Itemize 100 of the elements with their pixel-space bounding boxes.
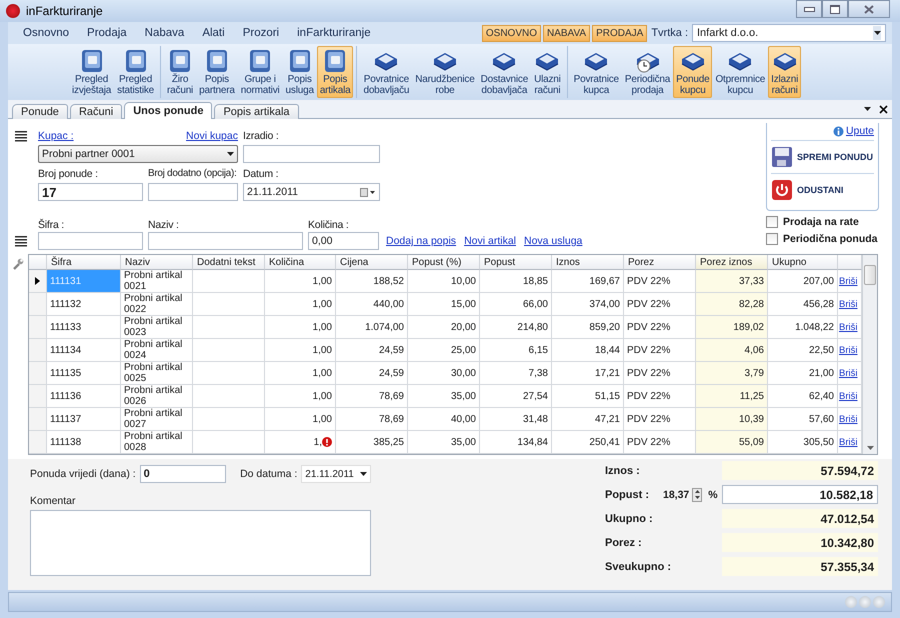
text-field[interactable] bbox=[148, 232, 303, 250]
mode-button[interactable]: NABAVA bbox=[543, 24, 590, 42]
toolbar-button[interactable]: Otpremnice kupcu bbox=[712, 46, 768, 98]
calendar-icon[interactable] bbox=[360, 188, 376, 196]
column-header[interactable]: Ukupno bbox=[768, 255, 838, 270]
table-cell[interactable]: 111132 bbox=[47, 293, 121, 316]
delete-link[interactable]: Briši bbox=[839, 368, 858, 378]
customer-link[interactable]: Kupac : bbox=[38, 130, 74, 142]
maximize-button[interactable] bbox=[822, 0, 848, 18]
list-icon[interactable] bbox=[14, 236, 26, 246]
close-button[interactable] bbox=[848, 0, 890, 18]
table-cell[interactable]: 111134 bbox=[47, 339, 121, 362]
scroll-thumb[interactable] bbox=[864, 265, 876, 285]
action-button[interactable]: SPREMI PONUDU bbox=[771, 141, 874, 174]
tab[interactable]: Unos ponude bbox=[124, 102, 212, 119]
link[interactable]: Novi artikal bbox=[464, 235, 516, 247]
toolbar-button[interactable]: Ulazni računi bbox=[531, 46, 564, 98]
menu-item[interactable]: Nabava bbox=[136, 27, 194, 39]
table-cell: 62,40 bbox=[768, 385, 838, 408]
toolbar-button[interactable]: Dostavnice dobavljača bbox=[478, 46, 532, 98]
toolbar-button[interactable]: Popis partnera bbox=[196, 46, 238, 98]
table-cell[interactable]: 111136 bbox=[47, 385, 121, 408]
company-dropdown[interactable]: Infarkt d.o.o. bbox=[692, 24, 886, 42]
menu-item[interactable]: inFarkturiranje bbox=[288, 27, 380, 39]
spinner-icon[interactable] bbox=[692, 488, 702, 502]
table-cell: 1,00 bbox=[265, 339, 336, 362]
table-cell[interactable]: 111135 bbox=[47, 362, 121, 385]
column-header[interactable]: Količina bbox=[265, 255, 336, 270]
column-header[interactable]: Porez bbox=[624, 255, 696, 270]
delete-link[interactable]: Briši bbox=[839, 322, 858, 332]
mode-button[interactable]: OSNOVNO bbox=[482, 24, 541, 42]
menu-item[interactable]: Alati bbox=[193, 27, 234, 39]
date-dropdown[interactable]: 21.11.2011 bbox=[301, 465, 371, 483]
toolbar-button[interactable]: Periodična prodaja bbox=[622, 46, 674, 98]
toolbar-button[interactable]: Popis usluga bbox=[282, 46, 317, 98]
menu-item[interactable]: Prodaja bbox=[78, 27, 136, 39]
column-header[interactable]: Naziv bbox=[121, 255, 193, 270]
menu-item[interactable]: Osnovno bbox=[14, 27, 78, 39]
column-header[interactable]: Šifra bbox=[47, 255, 121, 270]
toolbar-button[interactable]: Povratnice dobavljaču bbox=[360, 46, 412, 98]
scroll-down-icon[interactable] bbox=[866, 446, 874, 450]
table-cell: 214,80 bbox=[480, 316, 552, 339]
delete-link[interactable]: Briši bbox=[839, 436, 858, 448]
new-customer-link[interactable]: Novi kupac bbox=[186, 130, 238, 142]
menu-item[interactable]: Prozori bbox=[234, 27, 288, 39]
toolbar-button[interactable]: Izlazni računi bbox=[768, 46, 802, 98]
customer-dropdown[interactable]: Probni partner 0001 bbox=[38, 145, 238, 163]
list-icon[interactable] bbox=[14, 130, 26, 142]
text-field[interactable] bbox=[148, 183, 238, 201]
link[interactable]: Nova usluga bbox=[524, 235, 582, 247]
delete-link[interactable]: Briši bbox=[839, 390, 858, 402]
column-header[interactable]: Dodatni tekst bbox=[193, 255, 265, 270]
column-header[interactable]: Iznos bbox=[552, 255, 624, 270]
tab[interactable]: Ponude bbox=[12, 104, 68, 119]
text-field[interactable] bbox=[38, 232, 143, 250]
delete-link[interactable]: Briši bbox=[839, 276, 858, 286]
delete-link[interactable]: Briši bbox=[839, 344, 858, 356]
close-icon[interactable] bbox=[879, 104, 888, 114]
mode-button[interactable]: PRODAJA bbox=[592, 24, 648, 42]
table-cell: Probni artikal 0021 bbox=[121, 270, 193, 293]
link[interactable]: Dodaj na popis bbox=[386, 235, 456, 247]
discount-field[interactable]: 10.582,18 bbox=[722, 485, 878, 504]
table-cell[interactable]: 111138 bbox=[47, 431, 121, 454]
action-button[interactable]: ODUSTANI bbox=[771, 174, 874, 206]
tab[interactable]: Računi bbox=[70, 104, 122, 119]
text-field[interactable]: 0 bbox=[140, 465, 226, 483]
table-cell: 188,52 bbox=[336, 270, 408, 293]
toolbar-button[interactable]: Povratnice kupca bbox=[570, 46, 622, 98]
checkbox[interactable] bbox=[766, 233, 778, 245]
row-header[interactable] bbox=[29, 270, 47, 293]
column-header[interactable]: Popust bbox=[480, 255, 552, 270]
table-cell[interactable]: 111133 bbox=[47, 316, 121, 339]
help-link[interactable]: Upute bbox=[846, 125, 874, 137]
discount-percent-field[interactable]: 18,37 bbox=[663, 488, 690, 500]
date-field[interactable]: 21.11.2011 bbox=[243, 183, 380, 201]
toolbar-button[interactable]: Pregled izvještaja bbox=[69, 46, 114, 98]
toolbar-button[interactable]: Ponude kupcu bbox=[673, 46, 712, 98]
delete-link[interactable]: Briši bbox=[839, 414, 858, 424]
text-field[interactable]: 17 bbox=[38, 183, 143, 201]
minimize-button[interactable] bbox=[796, 0, 822, 18]
scrollbar[interactable] bbox=[862, 255, 877, 454]
table-cell: Probni artikal 0027 bbox=[121, 408, 193, 431]
column-header[interactable]: Popust (%) bbox=[408, 255, 480, 270]
field-label: Do datuma : bbox=[240, 468, 298, 480]
text-field[interactable] bbox=[243, 145, 380, 163]
checkbox[interactable] bbox=[766, 216, 778, 228]
tab[interactable]: Popis artikala bbox=[214, 104, 299, 119]
column-header[interactable]: Cijena bbox=[336, 255, 408, 270]
quantity-field[interactable]: 0,00 bbox=[308, 232, 379, 250]
table-cell[interactable]: 111137 bbox=[47, 408, 121, 431]
toolbar-button[interactable]: Popis artikala bbox=[316, 46, 354, 98]
toolbar-button[interactable]: Pregled statistike bbox=[114, 46, 158, 98]
delete-link[interactable]: Briši bbox=[839, 298, 858, 310]
toolbar-button[interactable]: Grupe i normativi bbox=[238, 46, 283, 98]
column-header[interactable] bbox=[838, 255, 862, 270]
toolbar-button[interactable]: Žiro računi bbox=[164, 46, 196, 98]
comment-field[interactable] bbox=[30, 510, 371, 576]
column-header[interactable]: Porez iznos bbox=[696, 255, 768, 270]
toolbar-button[interactable]: Narudžbenice robe bbox=[412, 46, 478, 98]
wrench-icon[interactable] bbox=[12, 258, 24, 270]
